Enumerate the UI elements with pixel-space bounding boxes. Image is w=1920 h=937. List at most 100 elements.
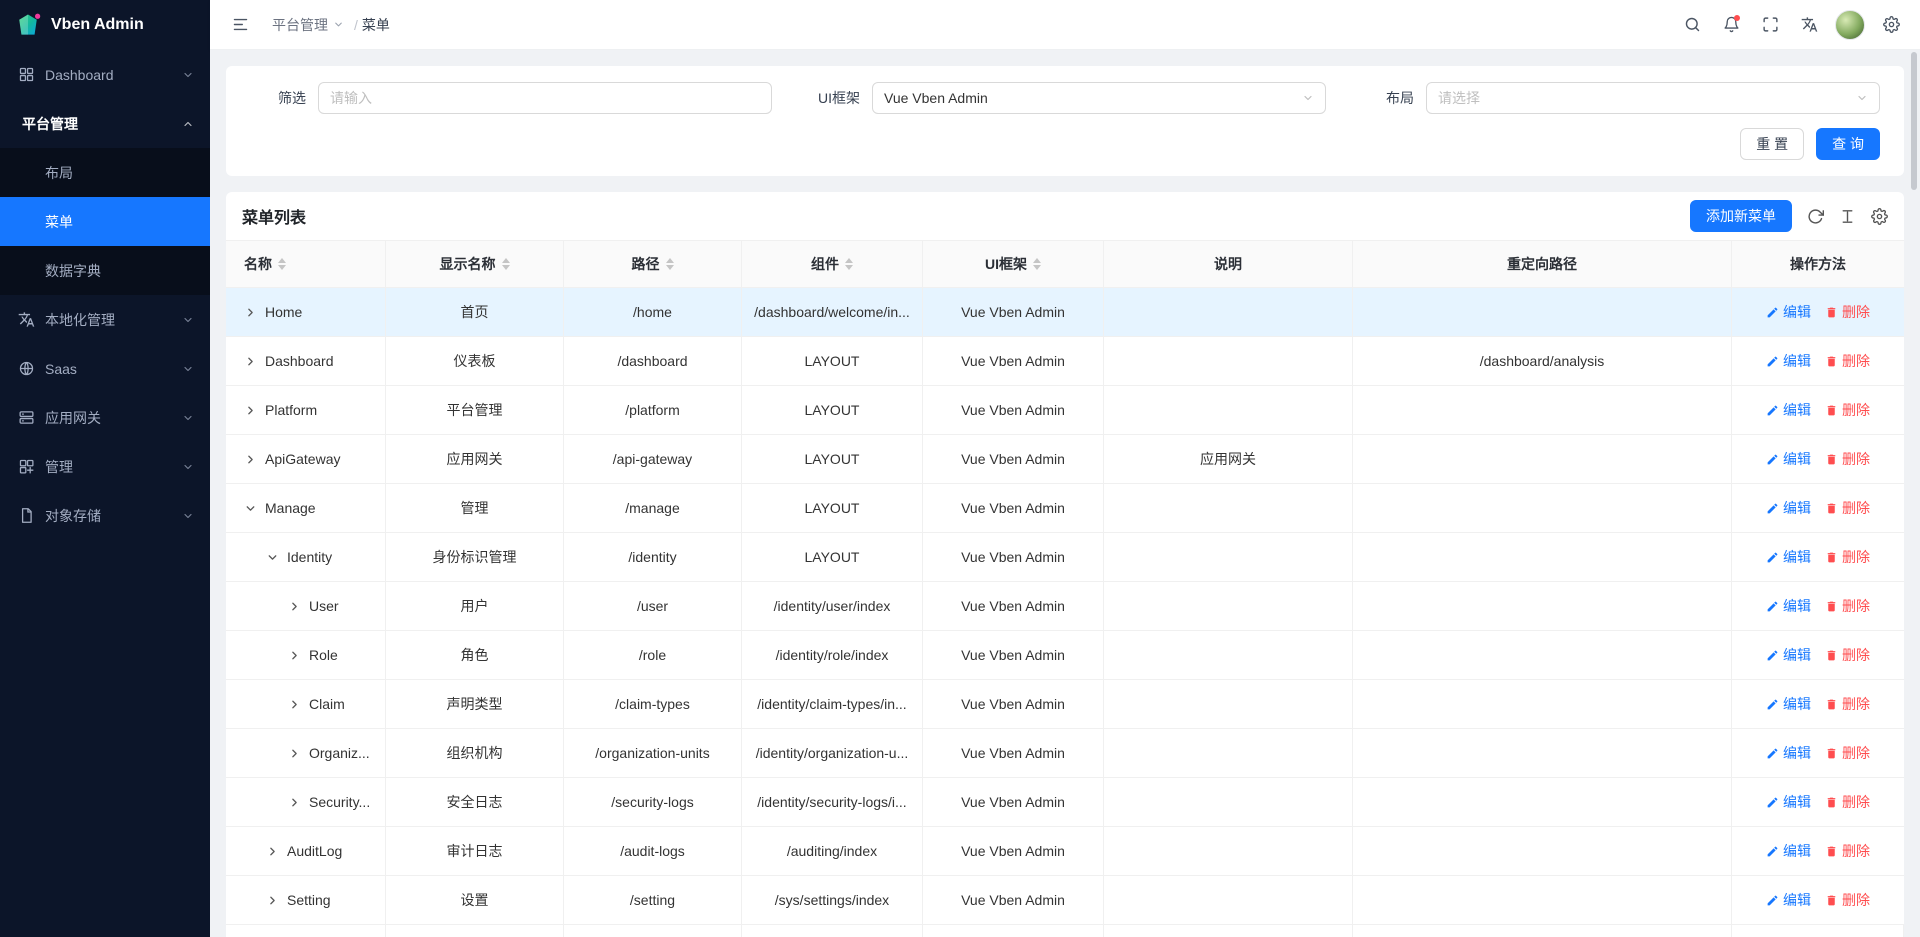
delete-button[interactable]: 删除 [1825, 743, 1870, 763]
column-header-component[interactable]: 组件 [742, 241, 923, 287]
delete-button[interactable]: 删除 [1825, 645, 1870, 665]
breadcrumb-parent[interactable]: 平台管理 [266, 12, 350, 38]
expand-chevron-icon[interactable] [244, 453, 257, 466]
sidebar-item-dashboard[interactable]: Dashboard [0, 50, 210, 99]
settings-gear-icon[interactable] [1874, 8, 1908, 42]
column-header-ui[interactable]: UI框架 [923, 241, 1104, 287]
sort-carets-icon[interactable] [278, 258, 286, 270]
edit-button[interactable]: 编辑 [1766, 792, 1811, 812]
expand-chevron-icon[interactable] [288, 698, 301, 711]
edit-button[interactable]: 编辑 [1766, 890, 1811, 910]
table-row[interactable]: Security... 安全日志 /security-logs /identit… [226, 778, 1904, 827]
table-row[interactable]: Platform 平台管理 /platform LAYOUT Vue Vben … [226, 386, 1904, 435]
avatar[interactable] [1835, 10, 1865, 40]
sort-carets-icon[interactable] [502, 258, 510, 270]
framework-select[interactable]: Vue Vben Admin [872, 82, 1326, 114]
sidebar-fold-icon[interactable] [224, 9, 256, 41]
sidebar-item-localization[interactable]: 本地化管理 [0, 295, 210, 344]
delete-button[interactable]: 删除 [1825, 498, 1870, 518]
sidebar-item-gateway[interactable]: 应用网关 [0, 393, 210, 442]
query-button[interactable]: 查 询 [1816, 128, 1880, 160]
delete-button[interactable]: 删除 [1825, 351, 1870, 371]
column-header-display[interactable]: 显示名称 [386, 241, 564, 287]
trash-icon [1825, 600, 1838, 613]
delete-button[interactable]: 删除 [1825, 890, 1870, 910]
expand-chevron-icon[interactable] [266, 894, 279, 907]
table-row[interactable]: AuditLog 审计日志 /audit-logs /auditing/inde… [226, 827, 1904, 876]
edit-button[interactable]: 编辑 [1766, 547, 1811, 567]
column-header-name[interactable]: 名称 [226, 241, 386, 287]
table-row[interactable]: Home 首页 /home /dashboard/welcome/in... V… [226, 288, 1904, 337]
expand-chevron-icon[interactable] [288, 796, 301, 809]
expand-chevron-icon[interactable] [244, 502, 257, 515]
reset-button[interactable]: 重 置 [1740, 128, 1804, 160]
sidebar-subitem-layout[interactable]: 布局 [0, 148, 210, 197]
search-icon[interactable] [1675, 8, 1709, 42]
table-row[interactable]: Role 角色 /role /identity/role/index Vue V… [226, 631, 1904, 680]
table-row[interactable]: Dashboard 仪表板 /dashboard LAYOUT Vue Vben… [226, 337, 1904, 386]
row-ui-framework: Vue Vben Admin [923, 484, 1104, 532]
sort-carets-icon[interactable] [845, 258, 853, 270]
delete-button[interactable]: 删除 [1825, 841, 1870, 861]
table-row[interactable]: Identity 身份标识管理 /identity LAYOUT Vue Vbe… [226, 533, 1904, 582]
keyword-input[interactable] [318, 82, 772, 114]
page-scrollbar[interactable] [1908, 0, 1920, 937]
expand-chevron-icon[interactable] [244, 404, 257, 417]
sidebar-item-platform[interactable]: 平台管理 [0, 99, 210, 148]
row-name: Identity [287, 549, 332, 565]
sort-carets-icon[interactable] [1033, 258, 1041, 270]
app-title: Vben Admin [51, 16, 144, 34]
sidebar-subitem-menu[interactable]: 菜单 [0, 197, 210, 246]
language-icon[interactable] [1792, 8, 1826, 42]
edit-button[interactable]: 编辑 [1766, 498, 1811, 518]
edit-button[interactable]: 编辑 [1766, 400, 1811, 420]
delete-button[interactable]: 删除 [1825, 596, 1870, 616]
edit-button[interactable]: 编辑 [1766, 351, 1811, 371]
layout-select[interactable]: 请选择 [1426, 82, 1880, 114]
delete-button[interactable]: 删除 [1825, 792, 1870, 812]
notification-bell-icon[interactable] [1714, 8, 1748, 42]
sidebar-item-storage[interactable]: 对象存储 [0, 491, 210, 540]
table-row[interactable]: Manage 管理 /manage LAYOUT Vue Vben Admin … [226, 484, 1904, 533]
edit-button[interactable]: 编辑 [1766, 645, 1811, 665]
edit-button[interactable]: 编辑 [1766, 596, 1811, 616]
table-row[interactable]: User 用户 /user /identity/user/index Vue V… [226, 582, 1904, 631]
delete-button[interactable]: 删除 [1825, 547, 1870, 567]
expand-chevron-icon[interactable] [288, 600, 301, 613]
edit-button[interactable]: 编辑 [1766, 694, 1811, 714]
edit-button[interactable]: 编辑 [1766, 841, 1811, 861]
expand-chevron-icon[interactable] [244, 306, 257, 319]
sidebar-item-saas[interactable]: Saas [0, 344, 210, 393]
delete-button[interactable]: 删除 [1825, 449, 1870, 469]
fullscreen-icon[interactable] [1753, 8, 1787, 42]
expand-chevron-icon[interactable] [266, 551, 279, 564]
table-row[interactable]: Claim 声明类型 /claim-types /identity/claim-… [226, 680, 1904, 729]
logo[interactable]: Vben Admin [0, 0, 210, 50]
column-settings-icon[interactable] [1871, 208, 1888, 225]
edit-button[interactable]: 编辑 [1766, 302, 1811, 322]
submenu-platform: 布局菜单数据字典 [0, 148, 210, 295]
chevron-down-icon [182, 363, 194, 375]
row-display-name: 应用网关 [386, 435, 564, 483]
sidebar-item-manage[interactable]: 管理 [0, 442, 210, 491]
scrollbar-thumb[interactable] [1911, 52, 1917, 190]
add-menu-button[interactable]: 添加新菜单 [1690, 200, 1792, 232]
expand-chevron-icon[interactable] [266, 845, 279, 858]
expand-chevron-icon[interactable] [244, 355, 257, 368]
sort-carets-icon[interactable] [666, 258, 674, 270]
table-row[interactable]: ApiGateway 应用网关 /api-gateway LAYOUT Vue … [226, 435, 1904, 484]
delete-button[interactable]: 删除 [1825, 400, 1870, 420]
edit-button[interactable]: 编辑 [1766, 449, 1811, 469]
trash-icon [1825, 845, 1838, 858]
column-header-path[interactable]: 路径 [564, 241, 742, 287]
expand-chevron-icon[interactable] [288, 747, 301, 760]
edit-button[interactable]: 编辑 [1766, 743, 1811, 763]
row-height-icon[interactable] [1839, 208, 1856, 225]
refresh-icon[interactable] [1807, 208, 1824, 225]
expand-chevron-icon[interactable] [288, 649, 301, 662]
table-row[interactable]: Organiz... 组织机构 /organization-units /ide… [226, 729, 1904, 778]
sidebar-subitem-dictionary[interactable]: 数据字典 [0, 246, 210, 295]
delete-button[interactable]: 删除 [1825, 302, 1870, 322]
table-row[interactable]: Setting 设置 /setting /sys/settings/index … [226, 876, 1904, 925]
delete-button[interactable]: 删除 [1825, 694, 1870, 714]
